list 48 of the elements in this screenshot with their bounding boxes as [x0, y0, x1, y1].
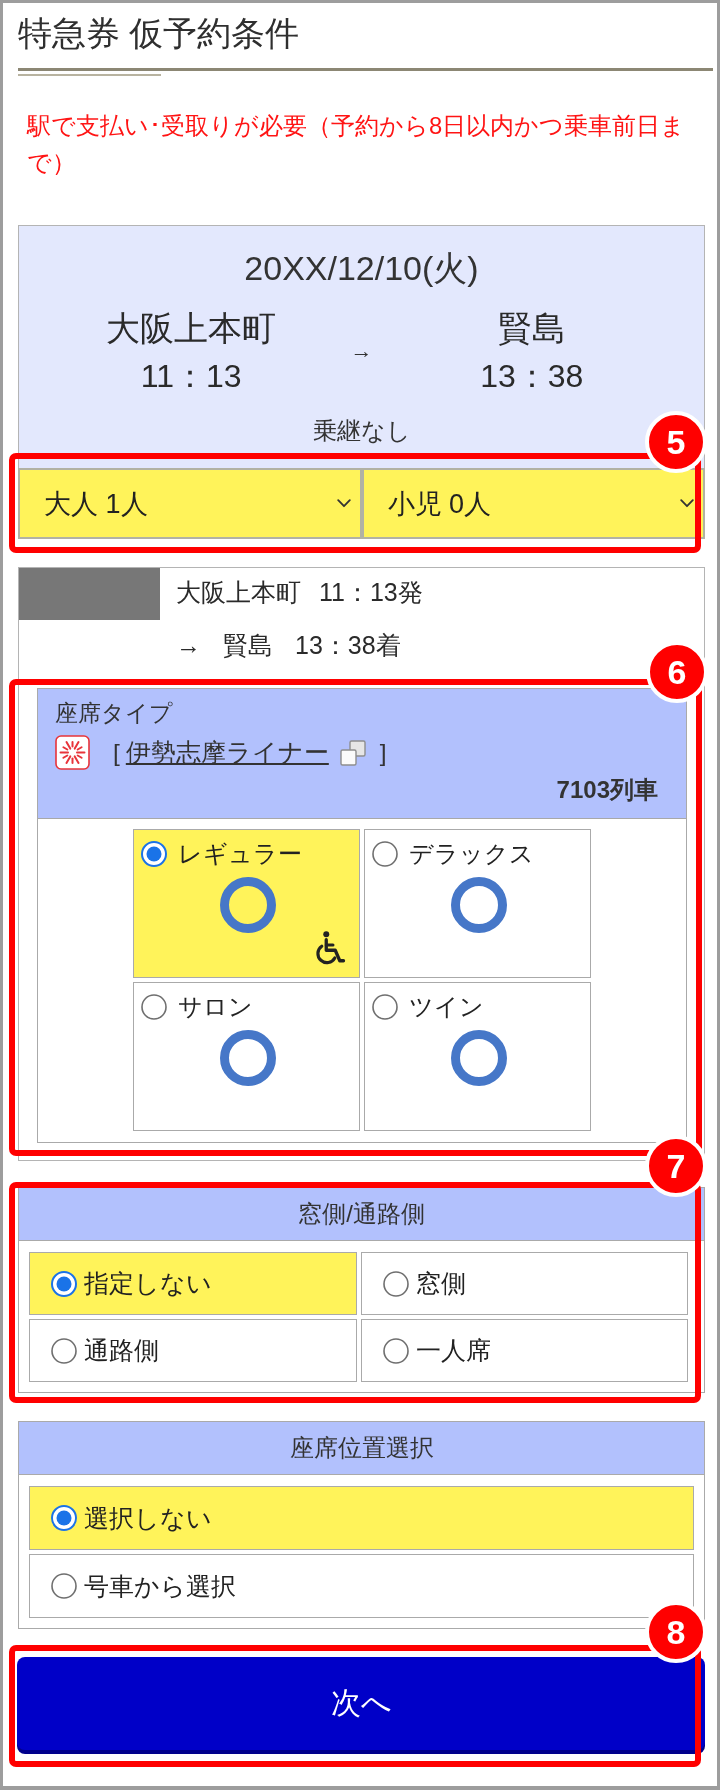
- radio-button[interactable]: [51, 1337, 77, 1364]
- time-text: 11：13: [139, 358, 243, 394]
- section-heading: 座席位置選択: [19, 1422, 704, 1475]
- notice-text: 駅で支払い･受取りが必要（予約から8日以内かつ乗車前日まで）: [27, 111, 687, 178]
- radio-button[interactable]: [141, 841, 167, 867]
- window-aisle-option[interactable]: 窓側: [360, 1252, 688, 1315]
- transfer-text: 乗継なし: [312, 417, 411, 445]
- station-name: 賢島: [223, 630, 273, 661]
- overlapping-squares-icon: [338, 738, 367, 767]
- chevron-down-icon: [336, 499, 351, 508]
- station-name: 大阪上本町: [105, 308, 278, 348]
- radio-button[interactable]: [382, 1337, 409, 1364]
- step-marker: 7: [645, 1135, 707, 1197]
- radio-button[interactable]: [372, 994, 398, 1020]
- panel-title: 座席タイプ: [55, 700, 173, 726]
- radio-button[interactable]: [51, 1270, 77, 1297]
- station-name: 大阪上本町: [176, 577, 301, 608]
- dropdown[interactable]: 大人 1人: [18, 468, 362, 539]
- train-number: 7103列車: [556, 776, 658, 804]
- date-text: 20XX/12/10(火): [244, 249, 479, 287]
- dropdown[interactable]: 小児 0人: [361, 468, 705, 539]
- seat-position-option[interactable]: 号車から選択: [29, 1554, 694, 1618]
- radio-button[interactable]: [51, 1505, 77, 1531]
- seat-type-option[interactable]: レギュラー: [133, 829, 360, 978]
- sparkle-icon: [55, 735, 90, 770]
- window-aisle-option[interactable]: 指定しない: [29, 1252, 357, 1315]
- time-text: 13：38: [479, 358, 585, 394]
- window-aisle-option[interactable]: 一人席: [360, 1319, 688, 1382]
- arrow-text: →: [350, 338, 373, 364]
- radio-button[interactable]: [141, 994, 167, 1020]
- time-text: 13：38着: [295, 630, 401, 661]
- seat-type-option[interactable]: サロン: [133, 982, 360, 1131]
- radio-button[interactable]: [51, 1573, 77, 1599]
- seat-type-option[interactable]: ツイン: [364, 982, 591, 1131]
- seat-type-option[interactable]: デラックス: [364, 829, 591, 978]
- train-name-link[interactable]: 伊勢志摩ライナー: [125, 737, 329, 768]
- arrow-text: →: [176, 630, 201, 661]
- chevron-down-icon: [680, 499, 694, 508]
- seat-position-option[interactable]: 選択しない: [29, 1486, 694, 1550]
- station-name: 賢島: [496, 308, 567, 348]
- bracket-text: [: [113, 737, 120, 768]
- bracket-text: ]: [379, 737, 387, 768]
- radio-button[interactable]: [382, 1270, 409, 1297]
- window-aisle-option[interactable]: 通路側: [29, 1319, 357, 1382]
- radio-button[interactable]: [372, 841, 398, 867]
- page-title: 特急券 仮予約条件: [18, 13, 301, 53]
- section-heading: 窓側/通路側: [19, 1188, 704, 1241]
- time-text: 11：13発: [319, 577, 423, 608]
